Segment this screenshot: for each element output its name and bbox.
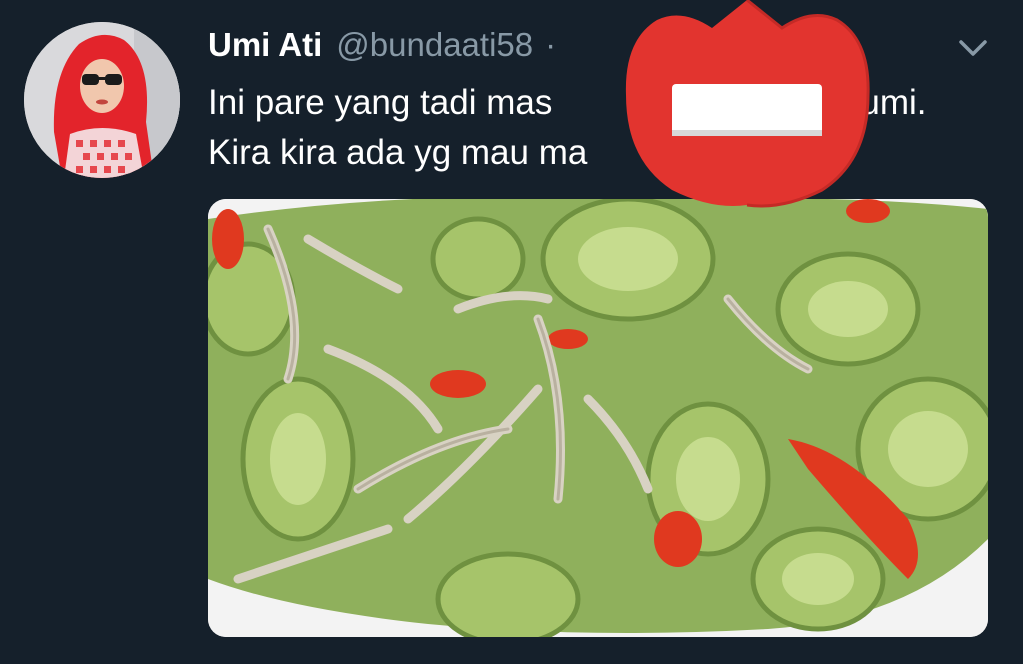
chevron-down-icon[interactable] xyxy=(955,30,991,66)
author-handle[interactable]: @bundaati58 xyxy=(336,26,533,64)
author-name[interactable]: Umi Ati xyxy=(208,26,322,64)
header-separator: · xyxy=(545,26,557,63)
tweet-photo[interactable] xyxy=(208,199,988,637)
tweet-text: Ini pare yang tadi mas umi. Kira kira ada… xyxy=(208,78,998,178)
tweet-text-fragment: Ini pare yang tadi mas xyxy=(208,83,553,122)
censor-sticker-icon xyxy=(622,0,872,208)
tweet-header: Umi Ati @bundaati58 · xyxy=(208,26,556,66)
tweet-text-fragment: Kira kira ada yg mau ma xyxy=(208,133,588,172)
tweet-text-line-1: Ini pare yang tadi mas umi. xyxy=(208,78,998,128)
author-avatar[interactable] xyxy=(24,22,180,178)
tweet-text-line-2: Kira kira ada yg mau mak? xyxy=(208,128,998,178)
